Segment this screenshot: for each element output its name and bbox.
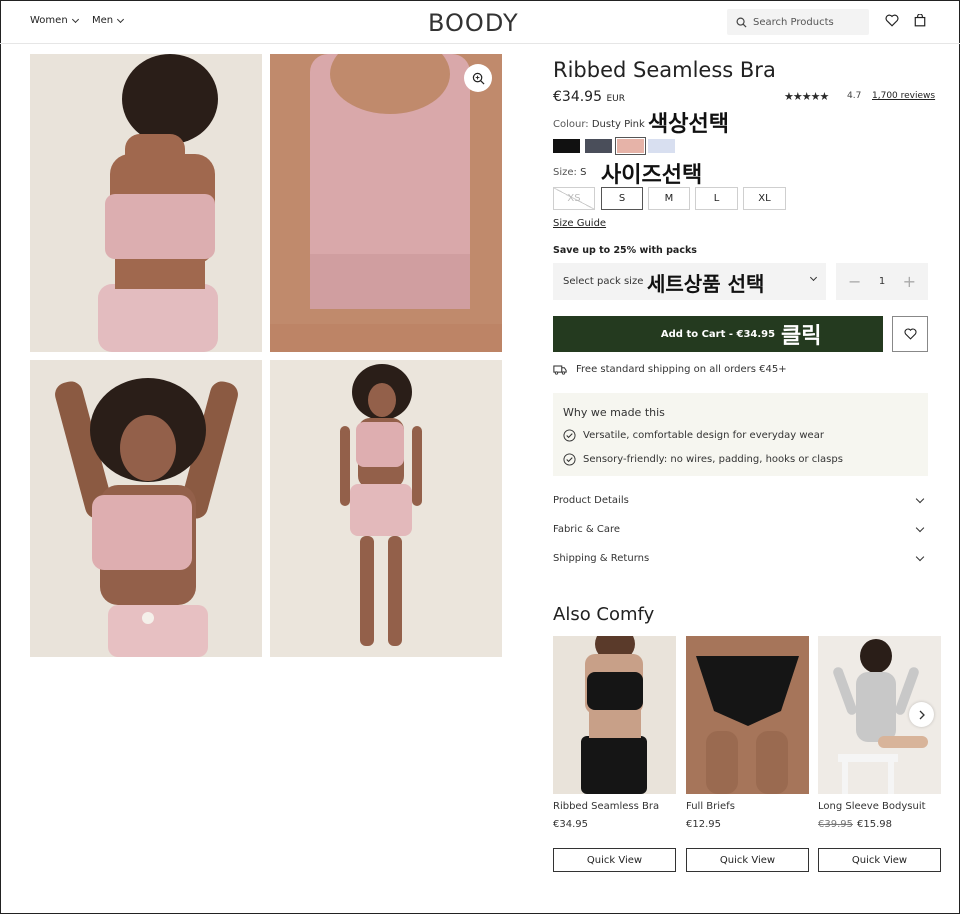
annotation-size: 사이즈선택 <box>601 163 703 188</box>
quantity-value: 1 <box>878 276 886 287</box>
search-input[interactable]: Search Products <box>727 9 869 35</box>
old-price: €39.95 <box>818 819 853 830</box>
swatch-black[interactable] <box>553 139 580 153</box>
swatch-charcoal[interactable] <box>585 139 612 153</box>
chevron-down-icon <box>117 15 125 23</box>
product-card-price: €12.95 <box>686 819 721 830</box>
chevron-right-icon <box>919 710 925 719</box>
pack-size-select[interactable]: Select pack size 세트상품 선택 <box>553 263 826 300</box>
site-logo[interactable]: BOODY <box>428 9 519 37</box>
carousel-next-button[interactable] <box>909 702 934 727</box>
product-card-name[interactable]: Ribbed Seamless Bra <box>553 801 659 812</box>
wishlist-button[interactable] <box>892 316 928 352</box>
colour-label: Colour: Dusty Pink <box>553 119 645 130</box>
swatch-dusty-pink[interactable] <box>615 137 646 155</box>
product-image-model-arms-up[interactable] <box>30 360 262 657</box>
accordion-label: Fabric & Care <box>553 524 621 535</box>
plus-icon[interactable]: + <box>903 272 916 291</box>
annotation-click: 클릭 <box>781 324 822 349</box>
size-label: Size: S <box>553 167 586 178</box>
chevron-down-icon <box>809 273 818 282</box>
quick-view-button[interactable]: Quick View <box>553 848 676 872</box>
chevron-down-icon <box>915 552 925 561</box>
size-l[interactable]: L <box>695 187 738 210</box>
truck-icon <box>553 365 567 375</box>
quantity-stepper[interactable]: − 1 + <box>836 263 928 300</box>
product-card-price: €39.95 €15.98 <box>818 819 892 830</box>
site-header: Women Men BOODY Search Products <box>0 0 960 44</box>
colour-label-text: Colour: <box>553 119 589 130</box>
nav-men-label: Men <box>92 15 114 26</box>
pack-select-label: Select pack size <box>563 276 644 287</box>
minus-icon[interactable]: − <box>848 272 861 291</box>
accordion-label: Product Details <box>553 495 629 506</box>
price-value: €34.95 <box>553 89 602 105</box>
rating-value: 4.7 <box>847 91 862 101</box>
quick-view-button[interactable]: Quick View <box>818 848 941 872</box>
size-xl[interactable]: XL <box>743 187 786 210</box>
product-image-back[interactable] <box>30 54 262 352</box>
annotation-color: 색상선택 <box>648 112 729 137</box>
size-s[interactable]: S <box>601 187 643 210</box>
product-card-image[interactable] <box>686 636 809 794</box>
check-circle-icon <box>563 453 576 466</box>
check-circle-icon <box>563 429 576 442</box>
nav-women-label: Women <box>30 15 68 26</box>
colour-value: Dusty Pink <box>591 119 645 130</box>
accordion-product-details[interactable]: Product Details <box>553 494 928 506</box>
quick-view-button[interactable]: Quick View <box>686 848 809 872</box>
search-icon <box>736 17 747 28</box>
zoom-in-icon <box>472 72 484 84</box>
chevron-down-icon <box>71 15 79 23</box>
product-card-price: €34.95 <box>553 819 588 830</box>
product-card-image[interactable] <box>553 636 676 794</box>
why-item: Versatile, comfortable design for everyd… <box>563 429 824 442</box>
nav-women[interactable]: Women <box>30 15 79 26</box>
star-rating-icon: ★★★★★ <box>784 90 829 103</box>
product-title: Ribbed Seamless Bra <box>553 58 776 82</box>
size-xs[interactable]: XS <box>553 187 595 210</box>
bag-icon[interactable] <box>914 14 926 27</box>
zoom-button[interactable] <box>464 64 492 92</box>
why-item: Sensory-friendly: no wires, padding, hoo… <box>563 453 843 466</box>
size-guide-link[interactable]: Size Guide <box>553 218 606 229</box>
also-comfy-title: Also Comfy <box>553 604 655 625</box>
why-item-text: Sensory-friendly: no wires, padding, hoo… <box>583 454 843 465</box>
size-label-text: Size: <box>553 167 577 178</box>
add-to-cart-button[interactable]: Add to Cart - €34.95 클릭 <box>553 316 883 352</box>
shipping-text: Free standard shipping on all orders €45… <box>576 364 787 375</box>
reviews-link[interactable]: 1,700 reviews <box>872 91 935 101</box>
accordion-label: Shipping & Returns <box>553 553 650 564</box>
swatch-light-blue[interactable] <box>648 139 675 153</box>
chevron-down-icon <box>915 494 925 503</box>
product-image-full-length[interactable] <box>270 360 502 657</box>
why-we-made-this: Why we made this Versatile, comfortable … <box>553 393 928 476</box>
why-item-text: Versatile, comfortable design for everyd… <box>583 430 824 441</box>
add-to-cart-label: Add to Cart - €34.95 <box>660 328 776 340</box>
product-price: €34.95 EUR <box>553 89 625 105</box>
search-placeholder: Search Products <box>753 16 834 28</box>
product-card-name[interactable]: Full Briefs <box>686 801 735 812</box>
chevron-down-icon <box>915 523 925 532</box>
sale-price: €15.98 <box>857 819 892 830</box>
nav-men[interactable]: Men <box>92 15 125 26</box>
accordion-fabric-care[interactable]: Fabric & Care <box>553 523 928 535</box>
why-title: Why we made this <box>563 406 665 419</box>
size-value: S <box>580 167 587 178</box>
heart-icon[interactable] <box>885 14 899 27</box>
annotation-pack: 세트상품 선택 <box>647 272 765 296</box>
price-currency: EUR <box>606 94 625 104</box>
accordion-shipping-returns[interactable]: Shipping & Returns <box>553 552 928 564</box>
heart-icon <box>904 328 916 340</box>
shipping-info: Free standard shipping on all orders €45… <box>553 364 787 375</box>
product-card-name[interactable]: Long Sleeve Bodysuit <box>818 801 926 812</box>
size-m[interactable]: M <box>648 187 690 210</box>
product-image-front-closeup[interactable] <box>270 54 502 352</box>
pack-promo: Save up to 25% with packs <box>553 245 697 256</box>
